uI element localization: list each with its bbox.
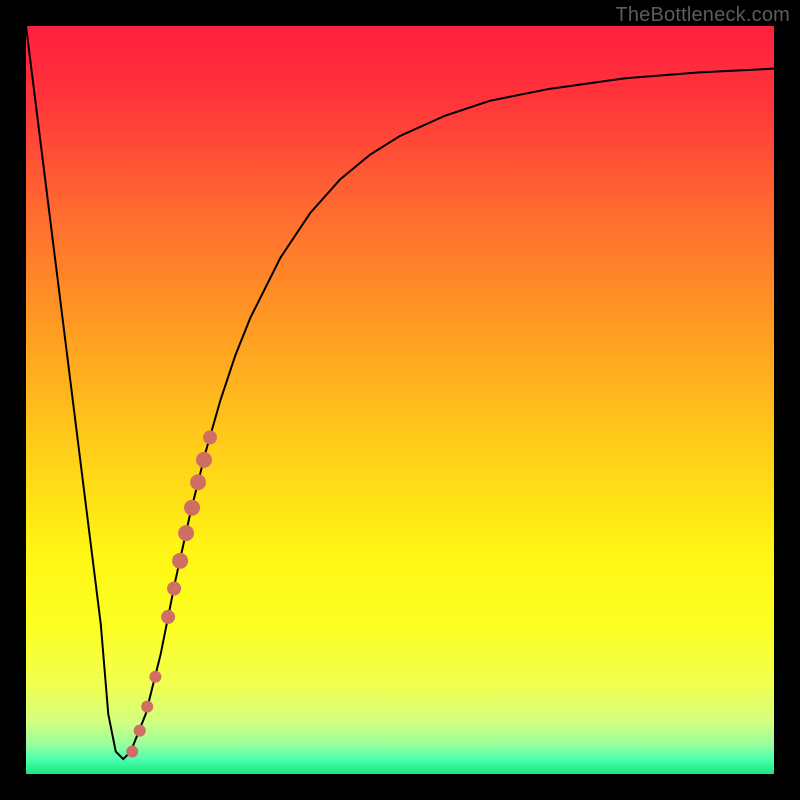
data-marker xyxy=(196,452,212,468)
data-marker xyxy=(167,582,181,596)
data-marker xyxy=(184,500,200,516)
plot-area xyxy=(26,26,774,774)
data-marker xyxy=(178,525,194,541)
chart-frame: TheBottleneck.com xyxy=(0,0,800,800)
gradient-background xyxy=(26,26,774,774)
data-marker xyxy=(203,430,217,444)
chart-svg xyxy=(26,26,774,774)
data-marker xyxy=(126,746,138,758)
data-marker xyxy=(172,553,188,569)
data-marker xyxy=(134,725,146,737)
data-marker xyxy=(141,701,153,713)
data-marker xyxy=(161,610,175,624)
data-marker xyxy=(190,474,206,490)
data-marker xyxy=(149,671,161,683)
watermark-text: TheBottleneck.com xyxy=(615,4,790,27)
